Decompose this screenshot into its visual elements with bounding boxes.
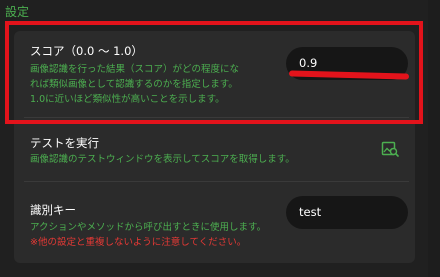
test-description: 画像認識のテストウィンドウを表示してスコアを取得します。 [30,154,295,165]
section-title: 設定 [5,5,30,19]
score-setting-row: スコア（0.0 〜 1.0） 画像認識を行った結果（スコア）がどの程度にな れば… [14,31,415,116]
row-divider [24,181,409,182]
settings-page: 設定 スコア（0.0 〜 1.0） 画像認識を行った結果（スコア）がどの程度にな… [0,0,440,277]
key-warning: ※他の設定と重複しないように注意してください。 [30,237,247,248]
score-description-line-1: 画像認識を行った結果（スコア）がどの程度にな [30,64,240,75]
score-description-line-2: れば類似画像として認識するのかを指定します。 [30,79,238,90]
key-description: アクションやメソッドから呼び出すときに使用します。 [30,222,267,233]
key-label: 識別キー [30,203,76,217]
key-input[interactable]: test [286,196,408,229]
score-description-line-3: 1.0に近いほど類似性が高いことを示します。 [30,94,225,105]
settings-panel: スコア（0.0 〜 1.0） 画像認識を行った結果（スコア）がどの程度にな れば… [14,31,415,263]
image-search-icon[interactable] [381,140,399,158]
score-label: スコア（0.0 〜 1.0） [30,44,143,58]
test-label: テストを実行 [30,136,99,150]
score-input[interactable]: 0.9 [286,47,408,80]
test-setting-row[interactable]: テストを実行 画像認識のテストウィンドウを表示してスコアを取得します。 [14,123,415,178]
key-setting-row: 識別キー アクションやメソッドから呼び出すときに使用します。 ※他の設定と重複し… [14,184,415,263]
row-divider [24,117,409,118]
scrollbar[interactable] [428,0,440,277]
